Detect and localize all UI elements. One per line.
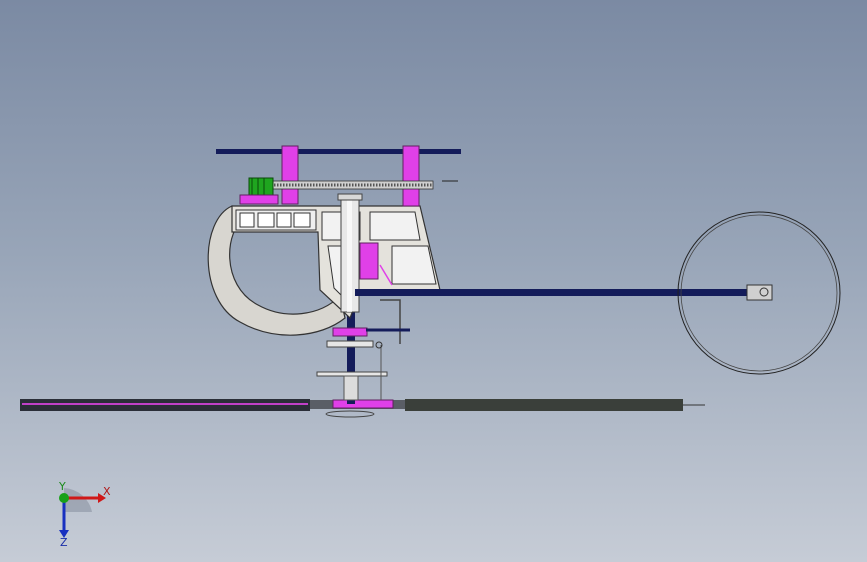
main-mast-highlight — [347, 196, 352, 312]
motor — [248, 177, 274, 197]
z-axis-label: Z — [60, 536, 68, 548]
cad-viewport[interactable]: X Y Z — [0, 0, 867, 562]
main-rotor-blade — [20, 399, 705, 418]
y-axis-dot — [59, 493, 69, 503]
frame-cutout-b — [369, 211, 421, 241]
swashplate-column — [343, 375, 359, 401]
motor-mount — [239, 194, 279, 205]
flybar-pillar-left — [281, 145, 299, 205]
swashplate-link — [325, 410, 375, 418]
swashplate-top — [316, 371, 388, 377]
flybar — [216, 149, 461, 154]
swashplate-magenta-ring — [332, 327, 368, 337]
flybar-pillar-right — [402, 145, 420, 207]
frame-servo — [359, 242, 379, 280]
frame-window-1 — [239, 212, 255, 228]
landing-bracket — [380, 299, 401, 344]
fuselage-frame — [207, 205, 441, 336]
coordinate-triad: X Y Z — [58, 480, 111, 548]
rotor-blade-right — [405, 399, 683, 411]
frame-window-3 — [276, 212, 292, 228]
x-axis-label: X — [103, 485, 111, 498]
tail-boom — [355, 289, 750, 296]
rotor-hub-grip — [332, 399, 394, 409]
helicopter-model[interactable] — [0, 0, 867, 562]
frame-cutout-c — [391, 245, 437, 285]
main-mast-cap — [337, 193, 363, 201]
frame-window-4 — [293, 212, 311, 228]
frame-window-2 — [257, 212, 275, 228]
swashplate-upper-ring — [326, 340, 374, 348]
y-axis-label: Y — [58, 480, 66, 493]
